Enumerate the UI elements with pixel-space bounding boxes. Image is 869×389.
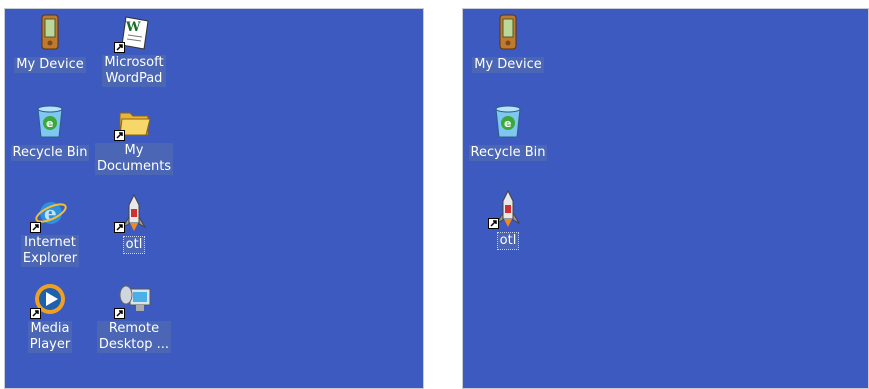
desktop-left[interactable]: My Device W Microsoft WordPad e Recycle … — [4, 8, 424, 389]
icon-label: Internet Explorer — [20, 235, 80, 267]
media-player-icon — [30, 279, 70, 319]
rocket-app-icon — [114, 193, 154, 233]
rocket-app-icon — [488, 189, 528, 229]
desktop-icon-recycle-bin[interactable]: e Recycle Bin — [463, 101, 553, 161]
shortcut-arrow-icon — [114, 42, 125, 53]
wordpad-icon: W — [114, 13, 154, 53]
icon-label: My Device — [472, 57, 544, 73]
desktop-icon-media-player[interactable]: Media Player — [5, 279, 95, 353]
shortcut-arrow-icon — [30, 308, 41, 319]
recycle-bin-icon: e — [488, 101, 528, 141]
shortcut-arrow-icon — [114, 222, 125, 233]
icon-label: Recycle Bin — [468, 145, 548, 161]
shortcut-arrow-icon — [114, 130, 125, 141]
desktop-icon-recycle-bin[interactable]: e Recycle Bin — [5, 101, 95, 161]
svg-text:W: W — [125, 20, 141, 35]
icon-label: Microsoft WordPad — [102, 55, 166, 87]
pda-device-icon — [30, 13, 70, 53]
desktop-icon-my-device[interactable]: My Device — [463, 13, 553, 73]
icon-label: Remote Desktop ... — [96, 321, 172, 353]
shortcut-arrow-icon — [30, 222, 41, 233]
shortcut-arrow-icon — [114, 308, 125, 319]
desktop-icon-remote-desktop[interactable]: Remote Desktop ... — [89, 279, 179, 353]
desktop-right[interactable]: My Device e Recycle Bin otl — [462, 8, 869, 389]
icon-label: otl — [122, 236, 146, 254]
desktop-icon-otl[interactable]: otl — [463, 189, 553, 250]
pda-device-icon — [488, 13, 528, 53]
internet-explorer-icon: e — [30, 193, 70, 233]
folder-icon — [114, 101, 154, 141]
desktop-icon-internet-explorer[interactable]: e Internet Explorer — [5, 193, 95, 267]
icon-label: otl — [496, 232, 520, 250]
icon-label: My Device — [14, 57, 86, 73]
desktop-icon-wordpad[interactable]: W Microsoft WordPad — [89, 13, 179, 87]
svg-text:e: e — [504, 117, 511, 130]
shortcut-arrow-icon — [488, 218, 499, 229]
icon-label: Recycle Bin — [10, 145, 90, 161]
desktop-icon-my-device[interactable]: My Device — [5, 13, 95, 73]
icon-label: My Documents — [94, 143, 174, 175]
remote-desktop-icon — [114, 279, 154, 319]
svg-text:e: e — [46, 117, 53, 130]
icon-label: Media Player — [27, 321, 73, 353]
desktop-icon-otl[interactable]: otl — [89, 193, 179, 254]
desktop-icon-my-documents[interactable]: My Documents — [89, 101, 179, 175]
recycle-bin-icon: e — [30, 101, 70, 141]
